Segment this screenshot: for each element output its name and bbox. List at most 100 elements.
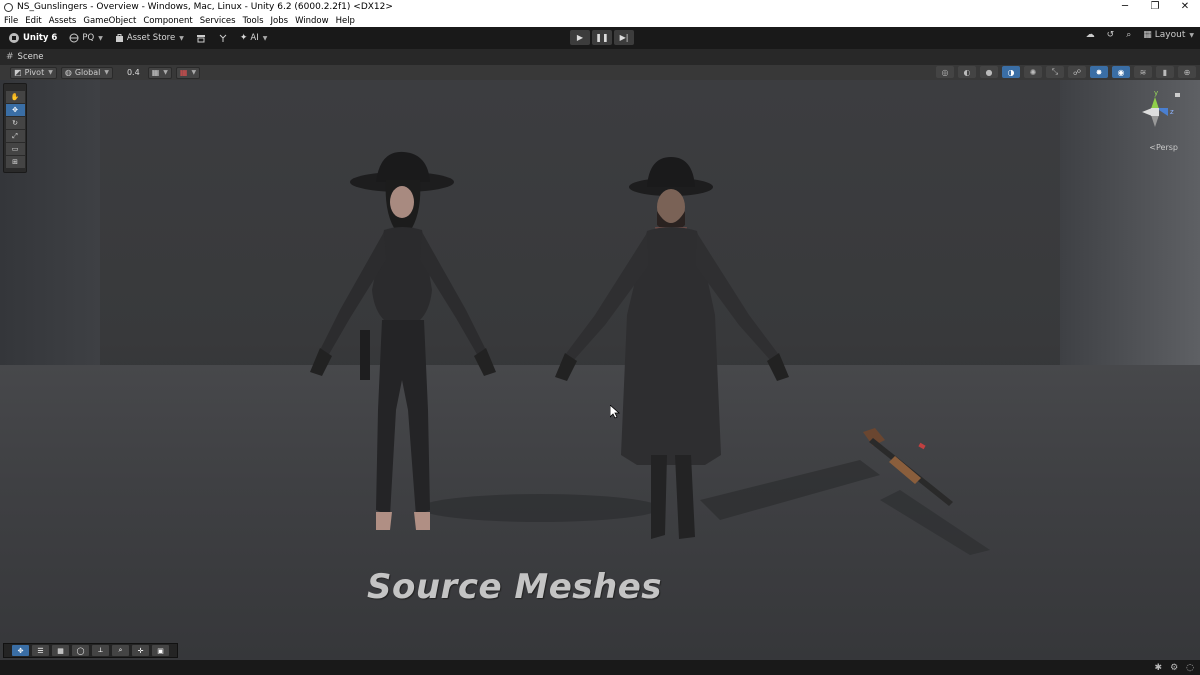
sparkle-icon: ✦	[239, 33, 248, 43]
organization-label: PQ	[82, 33, 95, 43]
chevron-down-icon: ▼	[179, 34, 184, 42]
step-button[interactable]: ▶|	[614, 30, 634, 45]
package-manager-button[interactable]	[193, 30, 209, 46]
pause-button[interactable]: ❚❚	[592, 30, 612, 45]
zoom-overlay-icon[interactable]: ⌕	[112, 645, 129, 656]
shaded-wireframe-icon[interactable]: ◐	[958, 66, 976, 78]
wireframe-icon[interactable]: ◎	[936, 66, 954, 78]
pause-icon: ❚❚	[595, 33, 609, 42]
menu-services[interactable]: Services	[200, 16, 236, 26]
account-button[interactable]: Unity 6	[6, 30, 60, 46]
menu-window[interactable]: Window	[295, 16, 329, 26]
chevron-down-icon: ▼	[163, 69, 168, 76]
global-icon: ◍	[64, 68, 72, 77]
scene-toolbar-right: ◎ ◐ ● ◑ ✺ ⤡ ☍ ✸ ◉ ≋ ▮ ⊕	[936, 66, 1196, 78]
menu-component[interactable]: Component	[143, 16, 192, 26]
menu-help[interactable]: Help	[336, 16, 355, 26]
globe-icon	[69, 33, 79, 43]
status-bar: ✱ ⚙ ◌	[0, 660, 1200, 675]
menu-edit[interactable]: Edit	[25, 16, 41, 26]
chevron-down-icon: ▼	[98, 34, 103, 42]
pivot-icon: ◩	[14, 68, 22, 77]
orbit-overlay-icon[interactable]: ◯	[72, 645, 89, 656]
cloud-icon[interactable]: ☁	[1086, 30, 1095, 40]
asset-store-dropdown[interactable]: Asset Store ▼	[112, 30, 187, 46]
grid-visibility-icon: ▦	[179, 68, 188, 77]
maximize-button[interactable]: ❐	[1140, 0, 1170, 14]
step-icon: ▶|	[619, 33, 629, 42]
camera-overlay-icon[interactable]: ▣	[152, 645, 169, 656]
female-gunslinger-model	[310, 151, 496, 530]
menu-tools[interactable]: Tools	[243, 16, 264, 26]
pivot-label: Pivot	[24, 68, 45, 77]
global-dropdown[interactable]: ◍ Global ▼	[60, 66, 113, 79]
unlit-icon[interactable]: ●	[980, 66, 998, 78]
scale-tool-icon[interactable]: ⤢	[5, 130, 25, 142]
playmode-controls: ▶ ❚❚ ▶|	[570, 30, 634, 45]
projection-toggle[interactable]: <Persp	[1149, 143, 1178, 152]
version-control-button[interactable]	[215, 30, 231, 46]
snap-increment-field[interactable]: 0.4	[123, 67, 144, 79]
menu-jobs[interactable]: Jobs	[271, 16, 289, 26]
account-label: Unity 6	[23, 33, 58, 43]
close-button[interactable]: ✕	[1170, 0, 1200, 14]
layout-dropdown[interactable]: ▦ Layout ▼	[1143, 30, 1194, 40]
scene-viewport[interactable]: Source Meshes	[0, 80, 1200, 660]
draw-mode-dropdown-icon[interactable]: ✺	[1024, 66, 1042, 78]
minimize-button[interactable]: ─	[1110, 0, 1140, 14]
menu-gameobject[interactable]: GameObject	[83, 16, 136, 26]
rotate-tool-icon[interactable]: ↻	[5, 117, 25, 129]
shaded-icon[interactable]: ◑	[1002, 66, 1020, 78]
grid-icon: ▦	[151, 68, 160, 77]
branch-icon	[219, 34, 227, 42]
search-icon[interactable]: ⌕	[1126, 30, 1131, 40]
gizmo-y-label: y	[1154, 89, 1158, 97]
history-icon[interactable]: ↺	[1107, 30, 1115, 40]
transform-tool-icon[interactable]: ⊞	[5, 156, 25, 168]
main-toolbar: Unity 6 PQ ▼ Asset Store ▼ ✦ AI ▼ ▶ ❚❚ ▶…	[0, 27, 1200, 49]
chevron-down-icon: ▼	[104, 69, 109, 76]
layers-dropdown-icon[interactable]: ≋	[1134, 66, 1152, 78]
pan-overlay-icon[interactable]: ✛	[132, 645, 149, 656]
tab-scene[interactable]: Scene	[18, 52, 44, 62]
projection-label: Persp	[1156, 143, 1178, 152]
tool-palette: ✋ ✥ ↻ ⤢ ▭ ⊞	[3, 83, 27, 173]
move-overlay-icon[interactable]: ✥	[12, 645, 29, 656]
move-tool-icon[interactable]: ✥	[5, 104, 25, 116]
lighting-toggle-icon[interactable]: ☍	[1068, 66, 1086, 78]
grid-overlay-icon[interactable]: ▦	[52, 645, 69, 656]
2d-toggle-icon[interactable]: ⤡	[1046, 66, 1064, 78]
title-bar: NS_Gunslingers - Overview - Windows, Mac…	[0, 0, 1200, 14]
grid-snap-dropdown[interactable]: ▦ ▼	[147, 66, 172, 79]
unity-app-icon	[4, 2, 13, 12]
global-label: Global	[74, 68, 101, 77]
mouse-cursor-icon	[610, 405, 620, 419]
layout-icon: ▦	[1143, 30, 1152, 40]
chevron-down-icon: ▼	[191, 69, 197, 76]
effects-dropdown-icon[interactable]: ✸	[1090, 66, 1108, 78]
back-arrow-icon: <	[1149, 143, 1156, 152]
gizmos-dropdown-icon[interactable]: ⊕	[1178, 66, 1196, 78]
pivot-dropdown[interactable]: ◩ Pivot ▼	[10, 66, 57, 79]
camera-settings-icon[interactable]: ▮	[1156, 66, 1174, 78]
progress-check-icon[interactable]: ◌	[1186, 663, 1194, 673]
source-meshes-label: Source Meshes	[367, 567, 663, 607]
play-button[interactable]: ▶	[570, 30, 590, 45]
settings-icon[interactable]: ⚙	[1170, 663, 1178, 673]
ai-dropdown[interactable]: ✦ AI ▼	[237, 30, 271, 46]
view-tool-hand-icon[interactable]: ✋	[5, 91, 25, 103]
debug-icon[interactable]: ✱	[1155, 663, 1163, 673]
surface-snap-icon[interactable]: ⟂	[92, 645, 109, 656]
chevron-down-icon: ▼	[1189, 31, 1194, 39]
grid-visibility-dropdown[interactable]: ▦ ▼	[175, 66, 201, 79]
menu-assets[interactable]: Assets	[49, 16, 77, 26]
visibility-icon[interactable]: ◉	[1112, 66, 1130, 78]
menu-file[interactable]: File	[4, 16, 18, 26]
package-icon	[196, 35, 205, 43]
organization-dropdown[interactable]: PQ ▼	[66, 30, 105, 46]
chevron-down-icon: ▼	[48, 69, 53, 76]
layout-label: Layout	[1154, 30, 1186, 40]
rect-tool-icon[interactable]: ▭	[5, 143, 25, 155]
scene-tab-bar: # Scene	[0, 49, 1200, 65]
align-overlay-icon[interactable]: ☰	[32, 645, 49, 656]
